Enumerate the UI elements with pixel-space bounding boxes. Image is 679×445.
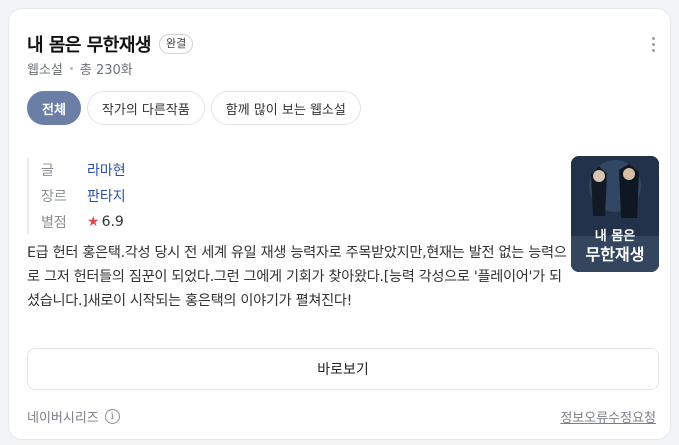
source-info: 네이버시리즈 i bbox=[27, 407, 120, 426]
more-options-icon[interactable] bbox=[650, 37, 656, 53]
status-badge: 완결 bbox=[158, 34, 194, 54]
watch-now-button[interactable]: 바로보기 bbox=[27, 348, 659, 390]
report-error-link[interactable]: 정보오류수정요청 bbox=[560, 407, 656, 426]
info-icon[interactable]: i bbox=[104, 409, 120, 424]
category-label: 웹소설 bbox=[27, 63, 63, 78]
episode-count: 총 230화 bbox=[79, 63, 133, 78]
cover-title-top: 내 몸은 bbox=[595, 228, 635, 244]
tab-popular-together[interactable]: 함께 많이 보는 웹소설 bbox=[210, 91, 361, 125]
info-table: 글 라마현 장르 판타지 별점 ★ 6.9 bbox=[27, 157, 126, 235]
rating-key: 별점 bbox=[41, 215, 67, 231]
author-link[interactable]: 라마현 bbox=[87, 160, 126, 180]
title-row: 내 몸은 무한재생 완결 bbox=[27, 31, 194, 57]
description: E급 헌터 홍은택.각성 당시 전 세계 유일 재생 능력자로 주목받았지만,현… bbox=[27, 245, 567, 309]
separator-dot bbox=[69, 67, 73, 70]
info-row-author: 글 라마현 bbox=[41, 157, 126, 183]
genre-key: 장르 bbox=[41, 189, 67, 205]
star-icon: ★ bbox=[87, 214, 100, 230]
rating-value: 6.9 bbox=[101, 214, 124, 230]
info-row-rating: 별점 ★ 6.9 bbox=[41, 209, 126, 235]
cover-image[interactable]: 내 몸은 무한재생 bbox=[571, 156, 659, 272]
author-key: 글 bbox=[41, 163, 54, 179]
tab-author-other-works[interactable]: 작가의 다른작품 bbox=[86, 91, 205, 125]
cover-title-bottom: 무한재생 bbox=[586, 245, 645, 264]
subtitle: 웹소설 총 230화 bbox=[27, 59, 133, 78]
page-title[interactable]: 내 몸은 무한재생 bbox=[27, 31, 151, 57]
tab-bar: 전체 작가의 다른작품 함께 많이 보는 웹소설 bbox=[27, 91, 361, 125]
source-label: 네이버시리즈 bbox=[27, 411, 99, 426]
info-row-genre: 장르 판타지 bbox=[41, 183, 126, 209]
webnovel-card: 내 몸은 무한재생 완결 웹소설 총 230화 전체 작가의 다른작품 함께 많… bbox=[8, 8, 671, 440]
genre-link[interactable]: 판타지 bbox=[87, 186, 126, 206]
tab-all[interactable]: 전체 bbox=[27, 91, 81, 125]
